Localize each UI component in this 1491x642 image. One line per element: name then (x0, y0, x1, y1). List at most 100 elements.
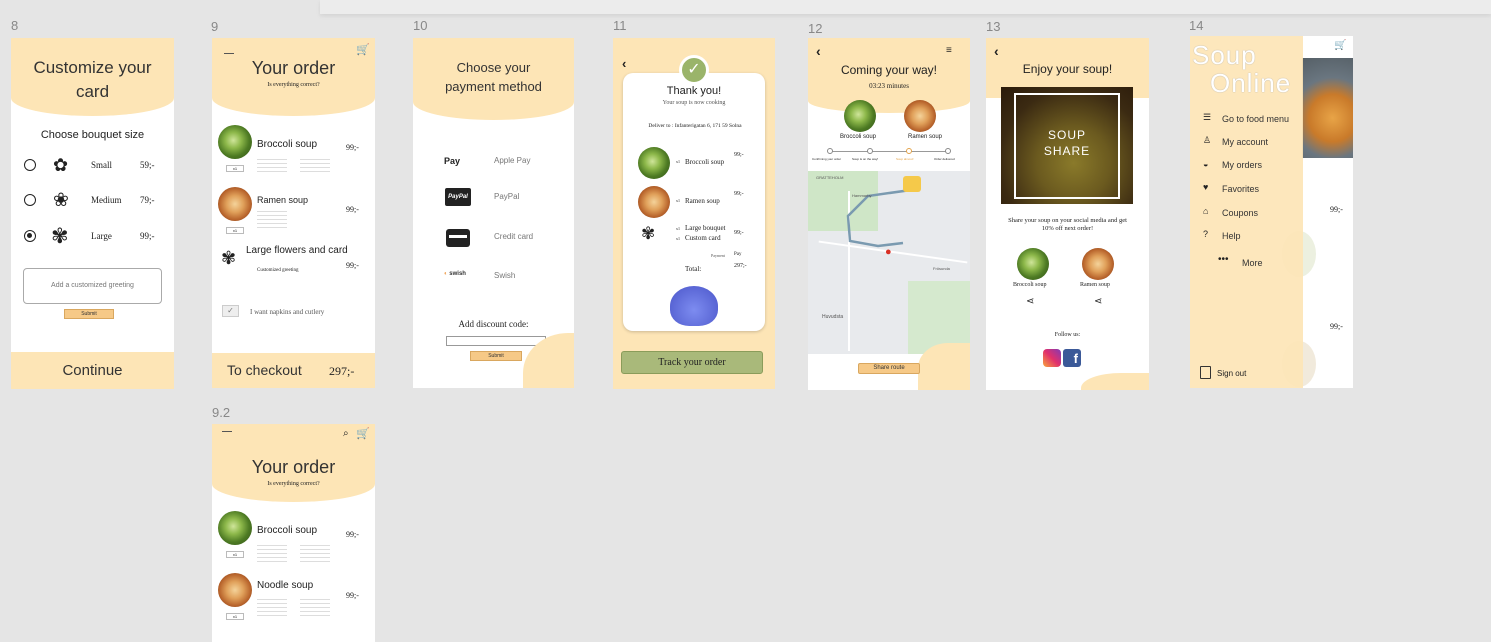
ramen-soup-image (904, 100, 936, 132)
page-subtitle: Is everything correct? (267, 481, 320, 487)
share-route-button[interactable]: Share route (858, 363, 920, 374)
map-label: GRATTEHOLM (816, 175, 844, 180)
step-label: Soup is on the way! (852, 157, 879, 161)
menu-item-coupons[interactable]: Coupons (1222, 208, 1258, 218)
submit-button[interactable]: Submit (64, 309, 114, 319)
back-icon[interactable]: ‹ (816, 43, 821, 59)
bouquet-icon: ✾ (641, 224, 656, 243)
credit-card-icon (446, 229, 470, 247)
cart-icon[interactable]: 🛒 (1334, 40, 1346, 51)
ramen-soup-image (1082, 248, 1114, 280)
item-price: 99;- (346, 205, 359, 214)
discount-label: Add discount code: (458, 319, 529, 329)
cart-icon[interactable]: 🛒 (356, 427, 370, 440)
menu-item-more[interactable]: More (1242, 258, 1263, 268)
qty-select[interactable]: x1 (226, 227, 244, 234)
checkout-bar[interactable]: To checkout 297;- (212, 353, 375, 388)
menu-icon[interactable] (224, 53, 234, 54)
track-order-button[interactable]: Track your order (621, 351, 763, 374)
menu-item-food-menu[interactable]: Go to food menu (1222, 114, 1289, 124)
item-price: 99;- (1330, 205, 1343, 214)
total-label: Total: (685, 265, 702, 273)
option-label: Small (91, 160, 113, 170)
item-price: 99;- (734, 230, 744, 236)
napkins-checkbox[interactable]: ✓ (222, 305, 239, 317)
menu-icon[interactable]: ≡ (946, 45, 952, 56)
page-title: Enjoy your soup! (1022, 62, 1113, 76)
apple-pay-logo: Pay (444, 156, 461, 166)
menu-icon[interactable] (222, 431, 232, 432)
option-price: 79;- (140, 195, 155, 205)
radio-medium[interactable] (24, 194, 36, 206)
radio-small[interactable] (24, 159, 36, 171)
destination-pin-icon: ● (885, 246, 892, 258)
search-icon[interactable]: ⌕ (343, 428, 349, 439)
continue-button[interactable]: Continue (11, 352, 174, 389)
radio-large[interactable] (24, 230, 36, 242)
share-icon[interactable]: ⋖ (1026, 296, 1034, 307)
instagram-icon[interactable] (1043, 349, 1061, 367)
payment-option[interactable]: Swish (494, 271, 515, 280)
share-icon[interactable]: ⋖ (1094, 296, 1102, 307)
bouquet-card-icon: ✾ (221, 248, 237, 268)
route-map[interactable]: ● Hammarby Frösunda Huvudsta GRATTEHOLM (808, 171, 970, 354)
decor-blob (1081, 373, 1149, 390)
sign-out-button[interactable]: Sign out (1217, 369, 1246, 378)
item-name: Large flowers and card (246, 245, 348, 256)
item-details (257, 208, 287, 230)
discount-input[interactable] (446, 336, 546, 346)
payment-value: Pay (734, 252, 742, 257)
check-icon: ✓ (679, 55, 709, 85)
qty-select[interactable]: x1 (226, 165, 244, 172)
item-qty: x1 (676, 198, 680, 203)
map-label: Hammarby (852, 193, 872, 198)
frame-label: 14 (1189, 18, 1204, 33)
progress-step (867, 148, 873, 154)
payment-option[interactable]: Credit card (494, 232, 533, 241)
cart-icon[interactable]: 🛒 (356, 43, 370, 56)
map-label: Huvudsta (822, 314, 844, 320)
progress-step (827, 148, 833, 154)
swish-logo: ◐ swish (444, 271, 466, 277)
item-qty: x1 (676, 159, 680, 164)
gift-icon: ⌂ (1203, 206, 1209, 216)
frame-label: 11 (613, 18, 627, 33)
item-name: Ramen soup (908, 134, 943, 140)
item-details (257, 542, 287, 562)
submit-button[interactable]: Submit (470, 351, 522, 361)
broccoli-soup-image (638, 147, 670, 179)
greeting-input[interactable]: Add a customized greeting (23, 268, 162, 304)
paypal-logo: PayPal (445, 188, 471, 206)
back-icon[interactable]: ‹ (622, 56, 626, 71)
back-icon[interactable]: ‹ (994, 43, 999, 59)
item-details (257, 596, 287, 618)
option-price: 99;- (140, 231, 155, 241)
progress-step (906, 148, 912, 154)
item-name: Broccoli soup (257, 525, 318, 536)
facebook-icon[interactable]: f (1063, 349, 1081, 367)
qty-select[interactable]: x1 (226, 551, 244, 558)
item-ingredients (300, 542, 330, 562)
ramen-soup-image (638, 186, 670, 218)
map-label: Frösunda (933, 266, 950, 271)
qty-select[interactable]: x1 (226, 613, 244, 620)
menu-item-my-orders[interactable]: My orders (1222, 160, 1262, 170)
menu-item-my-account[interactable]: My account (1222, 137, 1268, 147)
heart-icon: ♥ (1203, 182, 1209, 192)
soup-share-image: SOUP SHARE (1001, 87, 1133, 204)
progress-track (829, 151, 949, 152)
noodle-soup-image (218, 573, 252, 607)
payment-option[interactable]: PayPal (494, 192, 519, 201)
payment-option[interactable]: Apple Pay (494, 156, 530, 165)
total-value: 297;- (734, 263, 747, 269)
item-price: 99;- (346, 591, 359, 600)
item-name: Broccoli soup (1013, 282, 1047, 288)
menu-item-favorites[interactable]: Favorites (1222, 184, 1259, 194)
frame-payment: Choose your payment method Pay Apple Pay… (413, 38, 574, 388)
payment-label: Payment (711, 253, 725, 258)
item-name: Custom card (685, 234, 721, 242)
menu-item-help[interactable]: Help (1222, 231, 1241, 241)
item-name: Broccoli soup (840, 134, 877, 140)
frame-coming-your-way: ‹ ≡ Coming your way! 03:23 minutes Brocc… (808, 38, 970, 390)
frame-label: 9.2 (212, 405, 231, 420)
